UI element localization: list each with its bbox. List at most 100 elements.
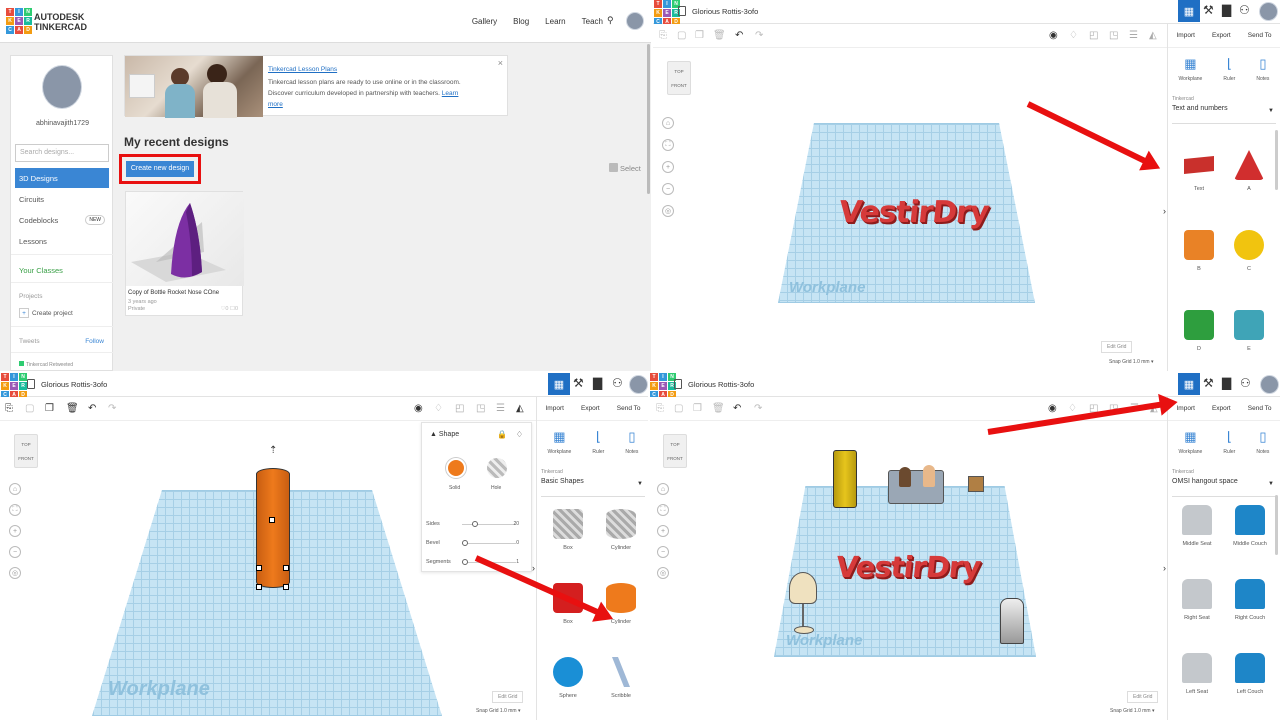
undo-icon[interactable]: ↶ [733,403,741,414]
snap-grid-control[interactable]: Snap Grid 1.0 mm ▾ [476,708,520,714]
redo-icon[interactable]: ↷ [755,30,763,41]
align-icon[interactable]: ☰ [496,403,505,414]
view-cube[interactable]: TOP FRONT [14,434,38,468]
design-card[interactable]: Copy of Bottle Rocket Nose COne 3 years … [125,191,244,316]
perspective-icon[interactable]: ◎ [662,205,674,217]
lamp-object[interactable] [789,572,817,604]
library-dropdown[interactable]: Tinkercad Basic Shapes ▼ [541,469,645,497]
user-avatar[interactable] [626,12,644,30]
design-title[interactable]: Glorious Rottis-3ofo [41,380,107,389]
fit-icon[interactable]: ⛶ [662,139,674,151]
redo-icon[interactable]: ↷ [754,403,762,414]
sides-value[interactable]: 20 [513,521,519,527]
paste-icon[interactable]: ▢ [674,403,683,414]
slider-knob[interactable] [462,559,468,565]
undo-icon[interactable]: ↶ [88,403,96,414]
design-name[interactable]: Copy of Bottle Rocket Nose COne [128,290,219,296]
paste-icon[interactable]: ▢ [677,30,686,41]
search-designs-input[interactable]: Search designs... [15,144,109,162]
shape-cylinder[interactable]: Cylinder [599,509,643,551]
library-dropdown[interactable]: Tinkercad OMSI hangout space ▼ [1172,469,1276,497]
shape-d[interactable]: D [1177,310,1221,352]
ruler-tool[interactable]: ⌊ Ruler [1223,423,1235,463]
solid-color-swatch[interactable] [446,458,466,478]
shape-scribble[interactable]: Scribble [599,657,643,699]
duplicate-icon[interactable]: ❐ [45,403,54,414]
edit-grid-button[interactable]: Edit Grid [1101,341,1133,353]
shape-left-seat[interactable]: Left Seat [1175,653,1219,695]
close-icon[interactable]: × [498,58,503,68]
shape-e[interactable]: E [1227,310,1271,352]
notes-tool[interactable]: ▯ Notes [1256,50,1269,90]
notes-tool[interactable]: ▯ Notes [1256,423,1269,463]
nav-learn[interactable]: Learn [545,17,565,26]
grid-view-icon[interactable]: ▦ [1178,373,1200,395]
shape-a[interactable]: A [1227,150,1271,192]
grid-view-icon[interactable]: ▦ [1178,0,1200,22]
select-toggle[interactable]: Select [609,163,641,173]
redo-icon[interactable]: ↷ [108,403,116,414]
sides-slider[interactable] [462,521,516,527]
rotate-handle-icon[interactable]: ⇡ [269,445,277,456]
shape-right-seat[interactable]: Right Seat [1175,579,1219,621]
perspective-icon[interactable]: ◎ [9,567,21,579]
create-new-design-button[interactable]: Create new design [126,161,194,177]
view-cube[interactable]: TOP FRONT [667,61,691,95]
small-table-object[interactable] [968,476,984,492]
home-icon[interactable]: ⌂ [9,483,21,495]
sidebar-item-3d-designs[interactable]: 3D Designs [15,168,109,188]
view-cube[interactable]: TOP FRONT [663,434,687,468]
edit-grid-button[interactable]: Edit Grid [1127,691,1159,703]
slider-knob[interactable] [471,521,478,527]
zoom-out-icon[interactable]: − [657,546,669,558]
camera-view-icon[interactable]: ◉ [414,403,423,414]
ruler-tool[interactable]: ⌊ Ruler [1223,50,1235,90]
3d-canvas[interactable]: TOP FRONT ⌂ ⛶ + − ◎ Workplane VestirDry E… [653,49,1167,371]
library-dropdown[interactable]: Tinkercad Text and numbers ▼ [1172,96,1276,124]
shape-middle-couch[interactable]: Middle Couch [1228,505,1272,547]
tinkercad-logo[interactable]: TIN KER CAD [1,373,27,399]
add-user-icon[interactable]: ⚇ [1239,3,1250,17]
lock-icon[interactable]: 🔒 [497,430,507,439]
export-button[interactable]: Export [1212,405,1231,412]
ungroup-icon[interactable]: ◳ [1109,30,1118,41]
align-icon[interactable]: ☰ [1129,30,1138,41]
follow-link[interactable]: Follow [85,338,104,345]
slider-knob[interactable] [462,540,468,546]
resize-handle[interactable] [269,517,275,523]
fit-icon[interactable]: ⛶ [9,504,21,516]
nav-gallery[interactable]: Gallery [472,17,497,26]
tinkercad-logo[interactable]: TIN KER CAD [650,373,676,399]
hammer-pick-icon[interactable]: ⚒ [1203,3,1214,17]
light-icon[interactable]: ♢ [434,403,443,414]
workplane-tool[interactable]: ▦ Workplane [1179,50,1203,90]
add-user-icon[interactable]: ⚇ [612,376,623,390]
delete-icon[interactable]: 🗑 [66,403,79,414]
tinkercad-logo[interactable]: TIN KER CAD [654,0,680,26]
grid-view-icon[interactable]: ▦ [548,373,570,395]
delete-icon[interactable]: 🗑 [713,30,726,41]
brick-icon[interactable]: ▇ [1222,376,1231,390]
3d-text-object[interactable]: VestirDry [837,195,990,230]
sidebar-item-lessons[interactable]: Lessons [15,231,109,251]
shape-b[interactable]: B [1177,230,1221,272]
import-button[interactable]: Import [1177,405,1195,412]
zoom-out-icon[interactable]: − [662,183,674,195]
create-project-button[interactable]: + Create project [19,308,73,318]
import-button[interactable]: Import [546,405,564,412]
duplicate-icon[interactable]: ❐ [695,30,704,41]
search-icon[interactable]: ⚲ [607,15,614,26]
notes-tool[interactable]: ▯ Notes [625,423,638,463]
brick-icon[interactable]: ▇ [593,376,602,390]
ungroup-icon[interactable]: ◳ [476,403,485,414]
bevel-slider[interactable] [462,540,516,546]
zoom-in-icon[interactable]: + [662,161,674,173]
home-icon[interactable]: ⌂ [662,117,674,129]
zoom-in-icon[interactable]: + [9,525,21,537]
send-to-button[interactable]: Send To [617,405,641,412]
sidebar-item-circuits[interactable]: Circuits [15,189,109,209]
segments-value[interactable]: 1 [516,559,519,565]
3d-text-object[interactable]: VestirDry [834,550,982,584]
shape-box[interactable]: Box [546,509,590,551]
banner-title[interactable]: Tinkercad Lesson Plans [268,66,337,73]
